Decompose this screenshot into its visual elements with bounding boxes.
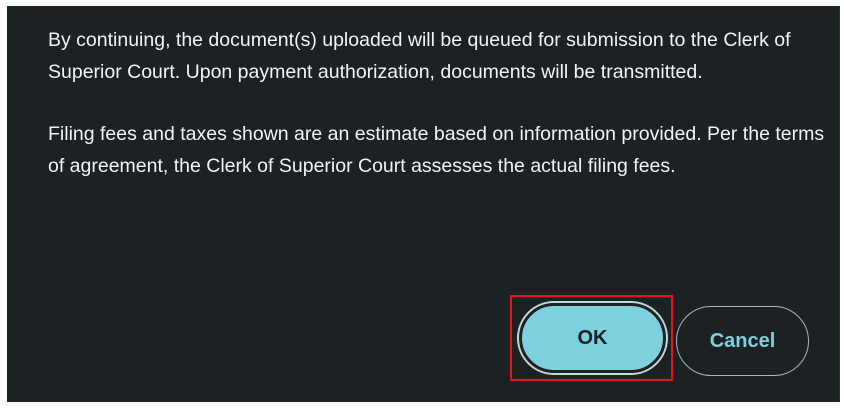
ok-button[interactable]: OK — [519, 303, 666, 373]
dialog-paragraph-submission: By continuing, the document(s) uploaded … — [48, 29, 791, 83]
dialog-paragraph-fees: Filing fees and taxes shown are an estim… — [48, 123, 825, 177]
dialog-message: By continuing, the document(s) uploaded … — [48, 24, 828, 182]
cancel-button[interactable]: Cancel — [676, 306, 809, 376]
